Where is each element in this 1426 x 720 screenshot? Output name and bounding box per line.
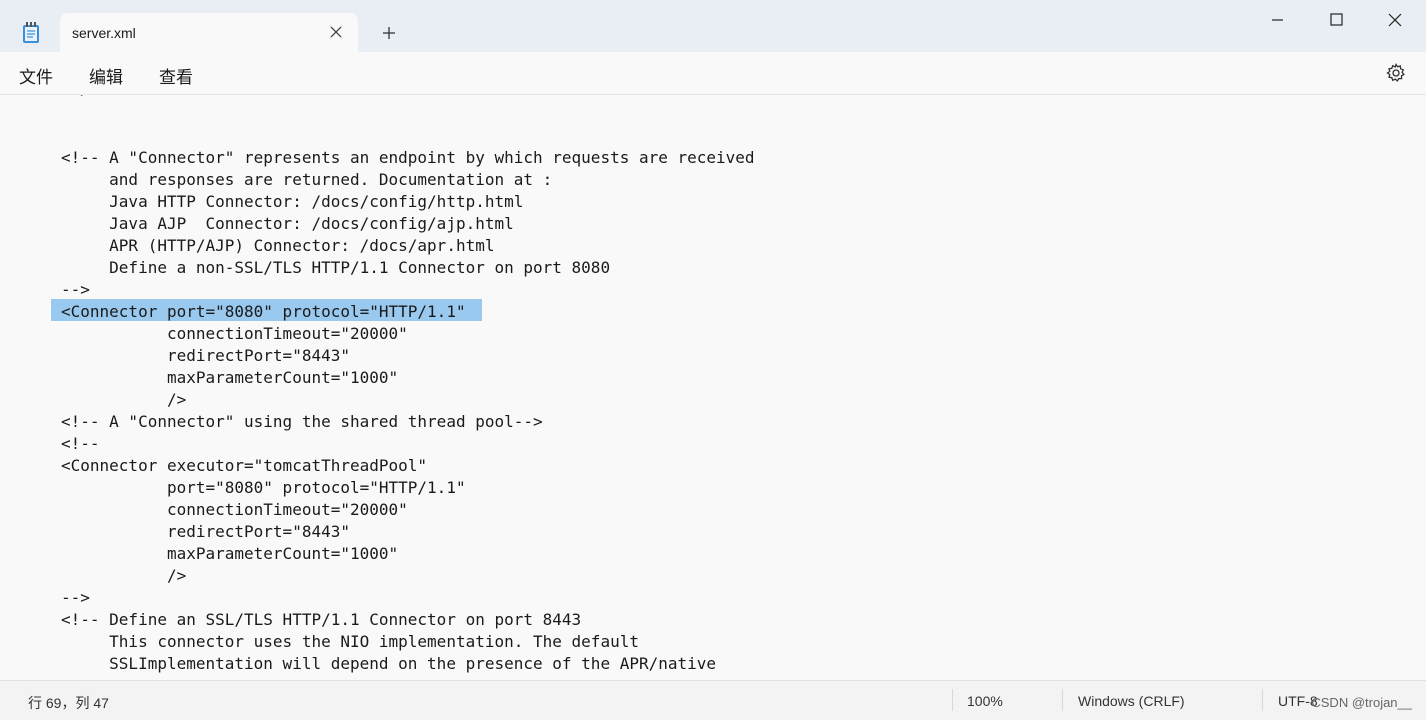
code-line: <Connector port="8080" protocol="HTTP/1.… (61, 302, 466, 321)
notepad-app-icon (23, 22, 39, 43)
status-divider (1262, 689, 1263, 711)
title-bar: server.xml (0, 0, 1426, 53)
zoom-level: 100% (967, 693, 1003, 709)
menu-file[interactable]: 文件 (19, 63, 53, 88)
code-line: <!-- A "Connector" using the shared thre… (61, 412, 543, 431)
maximize-icon[interactable] (1316, 10, 1356, 30)
watermark-text: CSDN @trojan__ (1311, 695, 1412, 710)
close-window-icon[interactable] (1375, 10, 1415, 30)
code-line: Define a non-SSL/TLS HTTP/1.1 Connector … (61, 258, 611, 277)
minimize-icon[interactable] (1258, 10, 1298, 30)
close-tab-icon[interactable] (328, 24, 344, 40)
code-line: /> (61, 566, 187, 585)
code-line: This connector uses the NIO implementati… (61, 632, 639, 651)
settings-gear-icon[interactable] (1386, 63, 1406, 83)
status-divider (952, 689, 953, 711)
code-line: <Connector executor="tomcatThreadPool" (61, 456, 428, 475)
tab-title: server.xml (72, 25, 136, 41)
code-line: /> (61, 390, 187, 409)
code-line: and responses are returned. Documentatio… (61, 170, 553, 189)
code-line: --> (61, 95, 755, 103)
status-divider (1062, 689, 1063, 711)
new-tab-plus-icon[interactable] (380, 24, 398, 42)
tab-server-xml[interactable]: server.xml (60, 13, 358, 53)
cursor-position: 行 69，列 47 (28, 695, 109, 711)
code-line: connectionTimeout="20000" (61, 324, 408, 343)
code-line: Java HTTP Connector: /docs/config/http.h… (61, 192, 524, 211)
menu-view[interactable]: 查看 (159, 63, 193, 88)
code-line: redirectPort="8443" (61, 522, 350, 541)
code-line: SSLImplementation will depend on the pre… (61, 654, 717, 673)
line-ending: Windows (CRLF) (1078, 693, 1185, 709)
menu-bar: 文件 编辑 查看 (0, 52, 1426, 95)
text-editor[interactable]: --> <!-- A "Connector" represents an endp… (0, 95, 1426, 679)
code-line: connectionTimeout="20000" (61, 500, 408, 519)
code-line: APR (HTTP/AJP) Connector: /docs/apr.html (61, 236, 495, 255)
code-line: maxParameterCount="1000" (61, 544, 399, 563)
code-line: redirectPort="8443" (61, 346, 350, 365)
code-line: --> (61, 280, 90, 299)
editor-text: --> <!-- A "Connector" represents an endp… (61, 95, 755, 679)
code-line: Java AJP Connector: /docs/config/ajp.htm… (61, 214, 514, 233)
menu-edit[interactable]: 编辑 (89, 63, 123, 88)
status-bar: 行 69，列 47 100% Windows (CRLF) UTF-8 CSDN… (0, 680, 1426, 720)
code-line: library and the useOpenSSL attribute of … (61, 675, 755, 679)
code-line: <!-- (61, 434, 100, 453)
code-line: port="8080" protocol="HTTP/1.1" (61, 478, 466, 497)
code-line: maxParameterCount="1000" (61, 368, 399, 387)
code-line: <!-- Define an SSL/TLS HTTP/1.1 Connecto… (61, 610, 582, 629)
code-line: --> (61, 588, 90, 607)
code-line: <!-- A "Connector" represents an endpoin… (61, 148, 755, 167)
